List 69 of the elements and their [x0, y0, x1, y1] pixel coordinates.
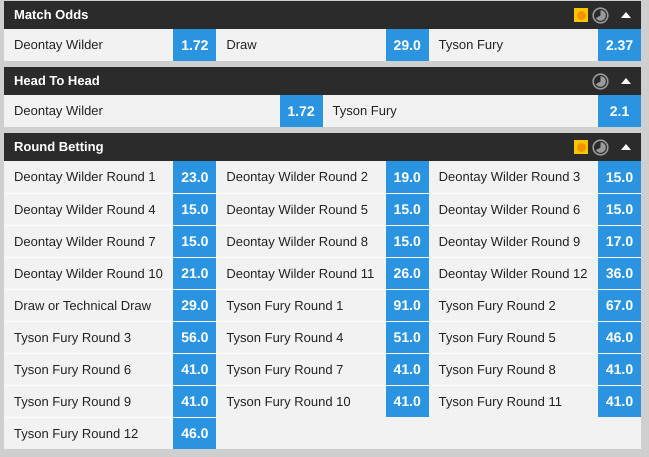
odds-button[interactable]: 41.0: [598, 386, 641, 417]
selection-name: Deontay Wilder Round 4: [13, 200, 157, 219]
odds-button[interactable]: 2.1: [598, 95, 641, 127]
selection-name: Draw: [225, 36, 258, 54]
selection-name: Deontay Wilder Round 9: [438, 232, 582, 251]
selection-name: Tyson Fury: [332, 102, 398, 120]
odds-button[interactable]: 19.0: [386, 161, 429, 193]
selection-name: Deontay Wilder Round 2: [225, 168, 369, 186]
market-title: Match Odds: [14, 6, 90, 24]
selection-name: Tyson Fury Round 8: [438, 360, 557, 379]
selection-name: Tyson Fury Round 11: [438, 392, 563, 411]
odds-button[interactable]: 15.0: [386, 194, 429, 225]
odds-button[interactable]: 46.0: [173, 418, 216, 449]
selection-name: Tyson Fury Round 9: [13, 392, 132, 411]
odds-button[interactable]: 15.0: [173, 194, 216, 225]
odds-button[interactable]: 67.0: [598, 290, 641, 321]
odds-button[interactable]: 23.0: [173, 161, 216, 193]
odds-button[interactable]: 1.72: [280, 95, 322, 127]
odds-button[interactable]: 15.0: [173, 226, 216, 257]
selection-name: Deontay Wilder Round 3: [438, 168, 582, 186]
selection-name: Tyson Fury Round 4: [225, 328, 344, 347]
timer-icon: [592, 138, 609, 156]
odds-button[interactable]: 17.0: [598, 226, 641, 257]
selection-name: Tyson Fury: [438, 36, 504, 54]
odds-button[interactable]: 41.0: [598, 354, 641, 385]
market-title: Head To Head: [14, 72, 101, 90]
selection-name: Tyson Fury Round 5: [438, 328, 557, 347]
odds-button[interactable]: 41.0: [173, 386, 216, 417]
odds-button[interactable]: 2.37: [598, 29, 641, 61]
collapse-icon[interactable]: [621, 144, 631, 150]
selection-name: Draw or Technical Draw: [13, 296, 152, 315]
odds-button[interactable]: 51.0: [386, 322, 429, 353]
selection-name: Deontay Wilder Round 5: [225, 200, 369, 219]
odds-button[interactable]: 21.0: [173, 258, 216, 289]
selection-name: Tyson Fury Round 6: [13, 360, 132, 379]
odds-button[interactable]: 36.0: [598, 258, 641, 289]
selection-name: Tyson Fury Round 12: [13, 424, 140, 443]
odds-button[interactable]: 29.0: [386, 29, 429, 61]
selection-name: Deontay Wilder Round 1: [13, 168, 157, 186]
odds-button[interactable]: 15.0: [386, 226, 429, 257]
odds-button[interactable]: 56.0: [173, 322, 216, 353]
selection-name: Tyson Fury Round 1: [225, 296, 344, 315]
selection-name: Deontay Wilder: [13, 36, 104, 54]
odds-button[interactable]: 46.0: [598, 322, 641, 353]
timer-icon: [592, 72, 609, 90]
odds-button[interactable]: 26.0: [386, 258, 429, 289]
timer-icon: [592, 6, 609, 24]
selection-name: Deontay Wilder Round 7: [13, 232, 157, 251]
odds-button[interactable]: 91.0: [386, 290, 429, 321]
selection-name: Deontay Wilder: [13, 102, 104, 120]
odds-button[interactable]: 41.0: [173, 354, 216, 385]
selection-name: Tyson Fury Round 2: [438, 296, 557, 315]
odds-button[interactable]: 41.0: [386, 386, 429, 417]
selection-name: Deontay Wilder Round 12: [438, 264, 589, 283]
odds-button[interactable]: 29.0: [173, 290, 216, 321]
selection-name: Deontay Wilder Round 8: [225, 232, 369, 251]
market-title: Round Betting: [14, 138, 105, 156]
selection-name: Deontay Wilder Round 11: [225, 264, 376, 283]
odds-button[interactable]: 41.0: [386, 354, 429, 385]
collapse-icon[interactable]: [621, 78, 631, 84]
odds-button[interactable]: 15.0: [598, 194, 641, 225]
selection-name: Tyson Fury Round 10: [225, 392, 352, 411]
selection-name: Tyson Fury Round 7: [225, 360, 344, 379]
selection-name: Tyson Fury Round 3: [13, 328, 132, 347]
collapse-icon[interactable]: [621, 12, 631, 18]
odds-button[interactable]: 1.72: [173, 29, 216, 61]
selection-name: Deontay Wilder Round 10: [13, 264, 164, 283]
odds-button[interactable]: 15.0: [598, 161, 641, 193]
selection-name: Deontay Wilder Round 6: [438, 200, 582, 219]
